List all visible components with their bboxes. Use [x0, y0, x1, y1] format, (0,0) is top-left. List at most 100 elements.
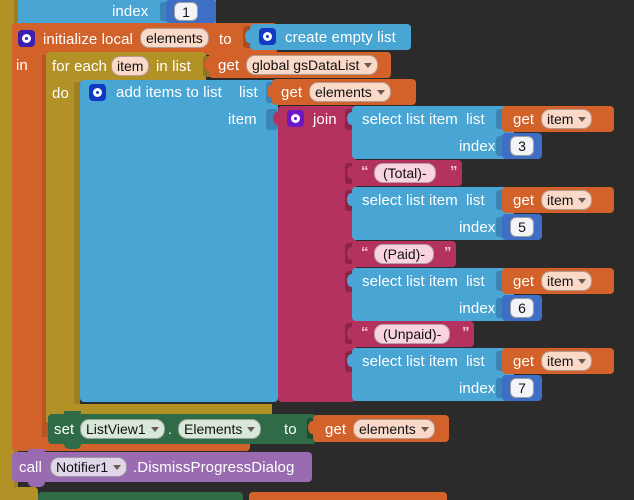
add-items-to-list-list-socket-label: list	[239, 84, 258, 101]
for-each-in-list-label: in list	[156, 58, 191, 75]
text-value-field-3[interactable]: (Unpaid)-	[374, 324, 451, 344]
join-block-plug	[273, 112, 282, 125]
get-item-variable-label-1: item	[547, 111, 574, 127]
get-global-gsdatalist-variable-field[interactable]: global gsDataList	[246, 55, 379, 75]
chevron-down-icon[interactable]	[420, 426, 429, 432]
chevron-down-icon[interactable]	[578, 278, 587, 284]
chevron-down-icon[interactable]	[247, 426, 256, 432]
chevron-down-icon[interactable]	[578, 116, 587, 122]
for-each-variable-label: item	[117, 58, 144, 74]
select-list-item-index-label-2: index	[459, 219, 496, 236]
select-list-item-index-label-1: index	[459, 138, 496, 155]
open-quote-icon-3: “	[361, 324, 369, 341]
text-value-field-2[interactable]: (Paid)-	[374, 244, 435, 264]
select-list-item-plug-1	[347, 112, 356, 125]
open-quote-icon-2: “	[361, 244, 369, 261]
get-item-variable-field-4[interactable]: item	[541, 351, 593, 371]
select-list-item-plug-4	[347, 354, 356, 367]
close-quote-icon-1: ”	[450, 163, 458, 180]
get-item-variable-field-1[interactable]: item	[541, 109, 593, 129]
chevron-down-icon[interactable]	[578, 197, 587, 203]
add-items-to-list-item-socket-label: item	[228, 111, 257, 128]
get-item-variable-field-3[interactable]: item	[541, 271, 593, 291]
call-notifier-top-notch	[28, 449, 45, 455]
select-list-item-label-2: select list item	[362, 192, 458, 209]
call-notifier-call-label: call	[19, 459, 42, 476]
select-list-item-list-label-3: list	[466, 273, 485, 290]
chevron-down-icon[interactable]	[376, 89, 385, 95]
index-number-field-2[interactable]: 5	[510, 217, 534, 237]
set-listview-dot: .	[168, 421, 172, 437]
call-notifier-component-field[interactable]: Notifier1	[50, 457, 128, 477]
get-global-gsdatalist-get-label: get	[218, 57, 240, 74]
chevron-down-icon[interactable]	[578, 358, 587, 364]
create-empty-list-mutator-gear[interactable]	[259, 28, 276, 45]
set-listview-property-field[interactable]: Elements	[178, 419, 262, 439]
select-list-item-label-3: select list item	[362, 273, 458, 290]
get-elements-list-variable-field[interactable]: elements	[309, 82, 391, 102]
set-listview-bottom-notch	[64, 443, 81, 449]
initialize-local-variable-field[interactable]: elements	[140, 28, 209, 48]
set-listview-property-label: Elements	[184, 421, 243, 437]
index-number-field-1[interactable]: 3	[510, 136, 534, 156]
add-items-to-list-mutator-gear[interactable]	[89, 84, 106, 101]
get-global-gsdatalist-variable-label: global gsDataList	[252, 57, 360, 73]
text-block-plug-1	[347, 166, 356, 179]
set-listview-top-notch	[64, 411, 81, 417]
select-list-item-index-label-4: index	[459, 380, 496, 397]
call-notifier-method-label: .DismissProgressDialog	[133, 459, 295, 476]
select-list-item-list-label-1: list	[466, 111, 485, 128]
chevron-down-icon[interactable]	[113, 464, 122, 470]
text-block-plug-2	[347, 247, 356, 260]
open-quote-icon-1: “	[361, 163, 369, 180]
initialize-local-to-label: to	[219, 31, 232, 48]
get-elements-value-variable-field[interactable]: elements	[353, 419, 435, 439]
bottom-green-partial[interactable]	[38, 492, 243, 500]
for-each-prefix: for each	[52, 58, 107, 75]
add-items-to-list-block[interactable]	[80, 80, 278, 402]
get-elements-value-get-label: get	[325, 421, 347, 438]
create-empty-list-label: create empty list	[285, 29, 396, 46]
chevron-down-icon[interactable]	[364, 62, 373, 68]
get-elements-list-variable-label: elements	[315, 84, 372, 100]
set-listview-set-label: set	[54, 421, 75, 438]
initialize-local-in-label: in	[16, 57, 28, 74]
get-global-gsdatalist-plug	[204, 58, 213, 71]
top-index-label: index	[112, 3, 149, 20]
get-item-get-label-3: get	[513, 273, 535, 290]
get-item-get-label-1: get	[513, 111, 535, 128]
join-label: join	[313, 111, 337, 128]
initialize-local-mutator-gear[interactable]	[18, 30, 35, 47]
get-elements-list-get-label: get	[281, 84, 303, 101]
join-mutator-gear[interactable]	[287, 110, 304, 127]
bottom-olive-partial[interactable]	[12, 487, 38, 500]
select-list-item-plug-3	[347, 274, 356, 287]
get-item-variable-label-2: item	[547, 192, 574, 208]
chevron-down-icon[interactable]	[150, 426, 159, 432]
blocks-canvas[interactable]: index 1 initialize local elements to in …	[0, 0, 634, 500]
get-item-get-label-4: get	[513, 353, 535, 370]
top-index-number-field[interactable]: 1	[174, 2, 198, 21]
initialize-local-keyword: initialize local	[43, 31, 133, 48]
set-listview-component-label: ListView1	[86, 421, 146, 437]
select-list-item-list-label-4: list	[466, 353, 485, 370]
add-items-to-list-label: add items to list	[116, 84, 222, 101]
index-number-field-4[interactable]: 7	[510, 378, 534, 398]
select-list-item-plug-2	[347, 193, 356, 206]
select-list-item-label-1: select list item	[362, 111, 458, 128]
get-elements-value-variable-label: elements	[359, 421, 416, 437]
close-quote-icon-2: ”	[444, 244, 452, 261]
get-item-variable-field-2[interactable]: item	[541, 190, 593, 210]
set-listview-to-label: to	[284, 421, 297, 438]
text-value-field-1[interactable]: (Total)-	[374, 163, 436, 183]
get-item-variable-label-3: item	[547, 273, 574, 289]
get-item-variable-label-4: item	[547, 353, 574, 369]
bottom-orange-partial[interactable]	[249, 492, 447, 500]
for-each-variable-field[interactable]: item	[111, 56, 150, 76]
select-list-item-index-label-3: index	[459, 300, 496, 317]
text-block-plug-3	[347, 327, 356, 340]
get-item-get-label-2: get	[513, 192, 535, 209]
select-list-item-list-label-2: list	[466, 192, 485, 209]
set-listview-component-field[interactable]: ListView1	[80, 419, 165, 439]
index-number-field-3[interactable]: 6	[510, 298, 534, 318]
